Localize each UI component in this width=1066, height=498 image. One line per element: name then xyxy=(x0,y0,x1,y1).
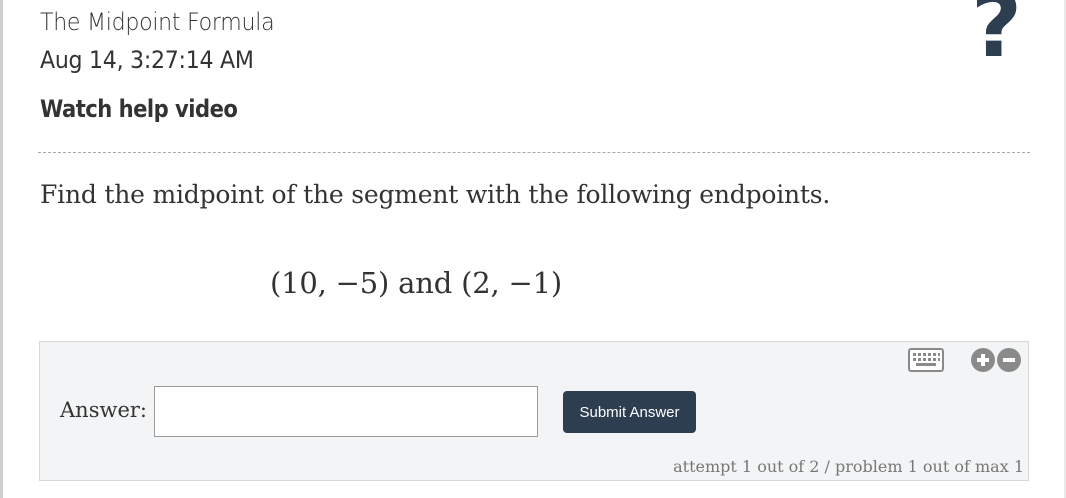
submit-answer-button[interactable]: Submit Answer xyxy=(563,391,696,433)
answer-label: Answer: xyxy=(60,398,147,422)
answer-toolbar xyxy=(908,347,1022,373)
endpoints-expression: (10, −5) and (2, −1) xyxy=(270,266,562,300)
answer-input[interactable] xyxy=(154,386,538,437)
question-prompt: Find the midpoint of the segment with th… xyxy=(40,180,831,209)
left-border xyxy=(0,0,3,498)
keyboard-icon[interactable] xyxy=(908,348,944,372)
plus-circle-icon[interactable] xyxy=(970,347,996,373)
timestamp: Aug 14, 3:27:14 AM xyxy=(40,46,254,74)
attempt-info: attempt 1 out of 2 / problem 1 out of ma… xyxy=(673,457,1024,476)
page-title: The Midpoint Formula xyxy=(40,8,275,36)
watch-help-video-link[interactable]: Watch help video xyxy=(40,95,238,123)
minus-circle-icon[interactable] xyxy=(996,347,1022,373)
answer-panel: Answer: Submit Answer attempt 1 out of 2… xyxy=(39,341,1029,481)
question-mark-icon[interactable]: ? xyxy=(971,0,1022,70)
dashed-divider xyxy=(38,152,1030,153)
